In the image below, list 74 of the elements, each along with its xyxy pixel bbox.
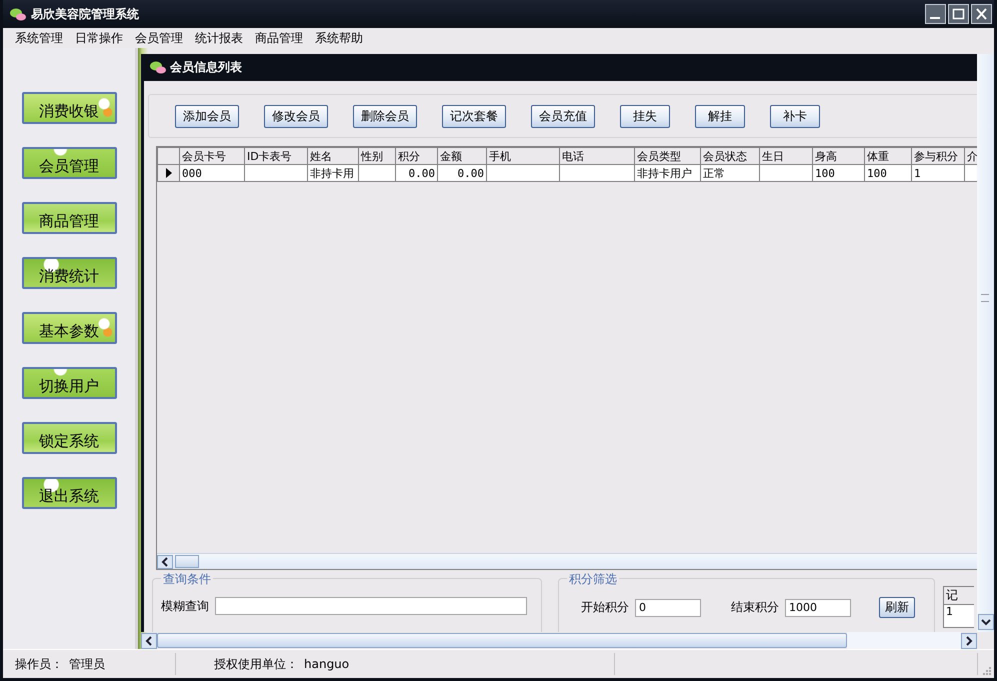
menu-item[interactable]: 系统管理 [9, 30, 69, 46]
menu-item[interactable]: 统计报表 [189, 30, 249, 46]
menu-item[interactable]: 商品管理 [249, 30, 309, 46]
input-field[interactable]: 1 [944, 605, 974, 627]
scrollbar-thumb[interactable] [175, 555, 199, 568]
column-header[interactable]: 手机 [486, 148, 560, 164]
window-icon [149, 60, 167, 75]
toolbar-button[interactable]: 删除会员 [353, 104, 417, 128]
table-cell: 100 [815, 166, 835, 180]
menu-item[interactable]: 系统帮助 [309, 30, 369, 46]
sidebar-button[interactable]: 消费统计 [22, 257, 116, 289]
table-cell: 000 [182, 166, 202, 180]
column-header[interactable]: 电话 [560, 148, 634, 164]
status-value: hanguo [304, 657, 350, 671]
scroll-right-button[interactable] [961, 632, 977, 648]
group-title: 查询条件 [161, 571, 213, 588]
field-label: 开始积分 [581, 599, 629, 616]
menu-item[interactable]: 会员管理 [129, 30, 189, 46]
refresh-button[interactable]: 刷新 [879, 597, 915, 618]
toolbar-button[interactable]: 解挂 [695, 104, 745, 128]
toolbar-button[interactable]: 修改会员 [264, 104, 328, 128]
column-header[interactable]: 金额 [438, 148, 486, 164]
status-label: 授权使用单位： [214, 656, 298, 672]
toolbar-button[interactable]: 挂失 [620, 104, 670, 128]
field-label: 结束积分 [731, 599, 779, 616]
menu-item[interactable]: 日常操作 [69, 30, 129, 46]
column-header[interactable]: 性别 [358, 148, 396, 164]
table-cell: 正常 [703, 166, 725, 180]
column-header[interactable]: 身高 [812, 148, 864, 164]
column-header[interactable]: 会员卡号 [180, 148, 244, 164]
scroll-left-button[interactable] [157, 554, 173, 568]
sidebar-button[interactable]: 锁定系统 [22, 422, 116, 454]
window-title: 会员信息列表 [170, 59, 242, 76]
scroll-down-button[interactable] [978, 614, 994, 630]
column-header[interactable]: 会员状态 [700, 148, 760, 164]
sidebar-button[interactable]: 切换用户 [22, 367, 116, 399]
toolbar-button[interactable]: 补卡 [770, 104, 820, 128]
sidebar-button[interactable]: 会员管理 [22, 147, 116, 179]
table-cell: 100 [867, 166, 887, 180]
column-header[interactable]: 体重 [864, 148, 912, 164]
resize-grip-icon [981, 665, 991, 675]
toolbar-button[interactable]: 记次套餐 [442, 104, 506, 128]
toolbar-button[interactable]: 添加会员 [175, 104, 239, 128]
column-header[interactable]: ID卡表号 [244, 148, 308, 164]
column-header[interactable]: 会员类型 [634, 148, 700, 164]
sidebar-button[interactable]: 基本参数 [22, 312, 116, 344]
minimize-button[interactable] [925, 4, 946, 24]
column-header[interactable]: 姓名 [308, 148, 358, 164]
table-cell: 非持卡用户 [637, 166, 692, 180]
field-label: 模糊查询 [161, 598, 209, 614]
table-cell: 1 [914, 166, 921, 180]
app-icon [9, 6, 27, 22]
status-value: 管理员 [69, 656, 105, 672]
sidebar-button[interactable]: 商品管理 [22, 202, 116, 234]
group-title: 积分筛选 [567, 571, 619, 588]
vertical-scrollbar[interactable] [977, 54, 994, 632]
status-label: 操作员： [15, 656, 63, 672]
column-header[interactable]: 积分 [396, 148, 438, 164]
table-cell: 0.00 [408, 166, 435, 180]
column-header[interactable]: 生日 [760, 148, 812, 164]
sidebar-button[interactable]: 退出系统 [22, 477, 116, 509]
close-button[interactable] [971, 4, 992, 24]
window-title: 易欣美容院管理系统 [31, 6, 139, 22]
table-cell: 非持卡用 [310, 166, 354, 180]
input-field[interactable]: 0 [635, 598, 701, 616]
search-field[interactable] [215, 597, 527, 615]
toolbar-button[interactable]: 会员充值 [531, 104, 595, 128]
scroll-left-button[interactable] [141, 632, 157, 648]
table-cell: 0.00 [458, 166, 484, 180]
sidebar-button[interactable]: 消费收银 [22, 92, 116, 124]
column-header[interactable]: 参与积分 [912, 148, 964, 164]
scrollbar-thumb[interactable] [157, 633, 847, 648]
maximize-button[interactable] [948, 4, 969, 24]
input-field[interactable]: 1000 [785, 598, 851, 616]
